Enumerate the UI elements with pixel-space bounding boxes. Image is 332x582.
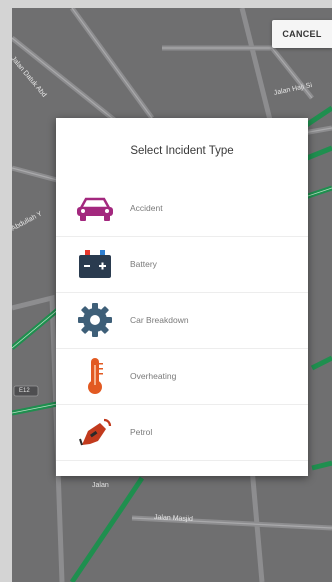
- incident-item-petrol[interactable]: Petrol: [56, 404, 308, 461]
- screen-bezel-top: [0, 0, 332, 8]
- incident-item-label: Overheating: [130, 371, 177, 381]
- incident-item-label: Petrol: [130, 427, 153, 437]
- dialog-title: Select Incident Type: [130, 145, 234, 157]
- screen-bezel-left: [0, 0, 12, 582]
- battery-icon: [74, 243, 116, 285]
- car-icon: [74, 187, 116, 229]
- incident-item-battery[interactable]: Battery: [56, 236, 308, 293]
- next-item-icon-partial: [78, 469, 92, 476]
- map-label-highway-shield: E12: [19, 388, 30, 394]
- fuel-nozzle-icon: [74, 411, 116, 453]
- incident-type-dialog: Select Incident Type Accident Battery Ca…: [56, 118, 308, 476]
- map-label-street-5: Jalan: [92, 482, 109, 489]
- incident-item-label: Car Breakdown: [130, 315, 189, 325]
- incident-item-car-breakdown[interactable]: Car Breakdown: [56, 292, 308, 349]
- incident-item-overheating[interactable]: Overheating: [56, 348, 308, 405]
- thermometer-icon: [74, 355, 116, 397]
- gear-icon: [74, 299, 116, 341]
- incident-item-label: Accident: [130, 203, 163, 213]
- incident-item-accident[interactable]: Accident: [56, 180, 308, 237]
- cancel-button[interactable]: CANCEL: [272, 20, 332, 48]
- incident-item-label: Battery: [130, 259, 157, 269]
- app-screen: Jalan Datuk Abd Abdullah Y Jalan Haji Si…: [0, 0, 332, 582]
